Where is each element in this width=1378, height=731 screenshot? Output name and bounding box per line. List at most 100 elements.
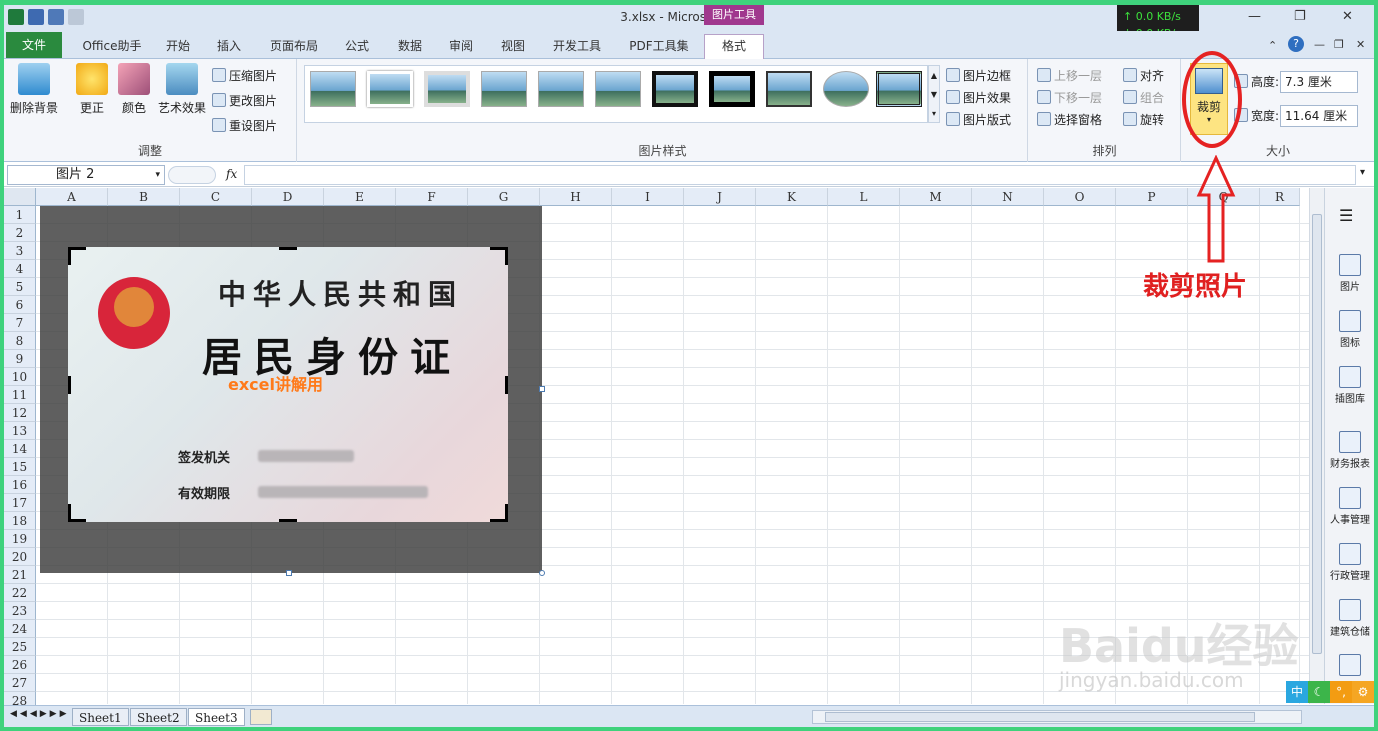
gear-icon[interactable]: ⚙ (1352, 681, 1374, 703)
minimize-icon[interactable]: — (1248, 9, 1261, 24)
style-thumb[interactable] (652, 71, 698, 107)
name-box-dropdown-icon[interactable]: ▾ (155, 166, 160, 184)
row-header[interactable]: 17 (4, 494, 36, 512)
row-header[interactable]: 24 (4, 620, 36, 638)
column-header[interactable]: N (972, 188, 1044, 206)
sheet-tab-3[interactable]: Sheet3 (188, 708, 245, 726)
row-header[interactable]: 9 (4, 350, 36, 368)
row-header[interactable]: 11 (4, 386, 36, 404)
formula-toggle[interactable] (168, 166, 216, 184)
ribbon-collapse-icon[interactable]: ⌃ (1268, 39, 1277, 52)
style-thumb[interactable] (367, 71, 413, 107)
send-backward-button[interactable]: 下移一层 (1037, 87, 1102, 107)
column-header[interactable]: P (1116, 188, 1188, 206)
picture-border-button[interactable]: 图片边框 (946, 65, 1011, 85)
gallery-scroll[interactable]: ▲ ▼ ▾ (928, 65, 940, 123)
artistic-effects-button[interactable]: 艺术效果 (156, 63, 208, 116)
row-header[interactable]: 7 (4, 314, 36, 332)
style-thumb[interactable] (424, 71, 470, 107)
pane-item-clipart[interactable]: 插图库 (1325, 366, 1374, 405)
horizontal-scrollbar[interactable] (812, 710, 1302, 724)
column-header[interactable]: L (828, 188, 900, 206)
tab-file[interactable]: 文件 (6, 32, 62, 58)
row-header[interactable]: 5 (4, 278, 36, 296)
tab-pdf-tools[interactable]: PDF工具集 (622, 35, 696, 59)
column-header[interactable]: B (108, 188, 180, 206)
crop-handle[interactable] (68, 376, 71, 394)
row-header[interactable]: 14 (4, 440, 36, 458)
column-header[interactable]: D (252, 188, 324, 206)
pane-item-icon[interactable]: 图标 (1325, 310, 1374, 349)
column-header[interactable]: M (900, 188, 972, 206)
row-header[interactable]: 23 (4, 602, 36, 620)
doc-minimize-icon[interactable]: — (1314, 38, 1325, 51)
row-header[interactable]: 4 (4, 260, 36, 278)
resize-handle[interactable] (539, 570, 545, 576)
tab-format[interactable]: 格式 (704, 34, 764, 60)
pane-item-warehouse[interactable]: 建筑仓储 (1325, 599, 1374, 638)
row-header[interactable]: 13 (4, 422, 36, 440)
selection-pane-button[interactable]: 选择窗格 (1037, 109, 1102, 129)
pane-item-picture[interactable]: 图片 (1325, 254, 1374, 293)
picture-effects-button[interactable]: 图片效果 (946, 87, 1011, 107)
row-header[interactable]: 21 (4, 566, 36, 584)
moon-icon[interactable]: ☾ (1308, 681, 1330, 703)
corrections-button[interactable]: 更正 (74, 63, 110, 116)
tab-home[interactable]: 开始 (158, 35, 198, 59)
style-thumb[interactable] (538, 71, 584, 107)
crop-handle[interactable] (279, 519, 297, 522)
tab-office-assistant[interactable]: Office助手 (74, 35, 150, 59)
style-thumb[interactable] (481, 71, 527, 107)
pane-item-finance[interactable]: 财务报表 (1325, 431, 1374, 470)
pane-item-hr[interactable]: 人事管理 (1325, 487, 1374, 526)
row-header[interactable]: 8 (4, 332, 36, 350)
style-thumb[interactable] (595, 71, 641, 107)
style-thumb[interactable] (823, 71, 869, 107)
sheet-nav-arrows-icon[interactable]: ◀◀◀▶▶▶ (10, 709, 70, 719)
picture-layout-button[interactable]: 图片版式 (946, 109, 1011, 129)
crop-handle[interactable] (279, 247, 297, 250)
insert-sheet-icon[interactable] (250, 709, 272, 725)
column-header[interactable]: O (1044, 188, 1116, 206)
reset-picture-button[interactable]: 重设图片 (212, 115, 277, 135)
row-header[interactable]: 2 (4, 224, 36, 242)
align-button[interactable]: 对齐 (1123, 65, 1164, 85)
formula-expand-icon[interactable]: ▾ (1360, 167, 1365, 178)
crop-handle[interactable] (505, 247, 508, 265)
doc-restore-icon[interactable]: ❐ (1334, 38, 1344, 51)
row-header[interactable]: 22 (4, 584, 36, 602)
row-header[interactable]: 18 (4, 512, 36, 530)
tab-insert[interactable]: 插入 (209, 35, 249, 59)
help-icon[interactable]: ? (1288, 36, 1304, 52)
horizontal-scroll-thumb[interactable] (825, 712, 1255, 722)
row-header[interactable]: 26 (4, 656, 36, 674)
insert-function-icon[interactable]: fx (226, 167, 237, 181)
crop-handle[interactable] (505, 504, 508, 522)
tab-page-layout[interactable]: 页面布局 (262, 35, 326, 59)
width-input[interactable]: 11.64 厘米 (1280, 105, 1358, 127)
column-header[interactable]: A (36, 188, 108, 206)
close-icon[interactable]: ✕ (1342, 9, 1353, 24)
column-header[interactable]: R (1260, 188, 1300, 206)
collapse-pane-icon[interactable]: ☰ (1339, 206, 1353, 225)
vertical-scroll-thumb[interactable] (1312, 214, 1322, 654)
tab-data[interactable]: 数据 (390, 35, 430, 59)
color-button[interactable]: 颜色 (116, 63, 152, 116)
select-all-corner[interactable] (4, 188, 36, 206)
doc-close-icon[interactable]: ✕ (1356, 38, 1365, 51)
column-header[interactable]: F (396, 188, 468, 206)
column-header[interactable]: I (612, 188, 684, 206)
column-header[interactable]: C (180, 188, 252, 206)
row-header[interactable]: 20 (4, 548, 36, 566)
vertical-scrollbar[interactable] (1309, 188, 1324, 704)
id-card-picture[interactable]: 中华人民共和国 居民身份证 excel讲解用 签发机关 有效期限 (68, 247, 508, 522)
column-header[interactable]: K (756, 188, 828, 206)
formula-input[interactable] (244, 165, 1356, 185)
compress-pictures-button[interactable]: 压缩图片 (212, 65, 277, 85)
row-header[interactable]: 25 (4, 638, 36, 656)
tab-developer[interactable]: 开发工具 (544, 35, 610, 59)
punctuation-icon[interactable]: °, (1330, 681, 1352, 703)
resize-handle[interactable] (539, 386, 545, 392)
restore-icon[interactable]: ❐ (1294, 9, 1306, 24)
style-thumb[interactable] (766, 71, 812, 107)
